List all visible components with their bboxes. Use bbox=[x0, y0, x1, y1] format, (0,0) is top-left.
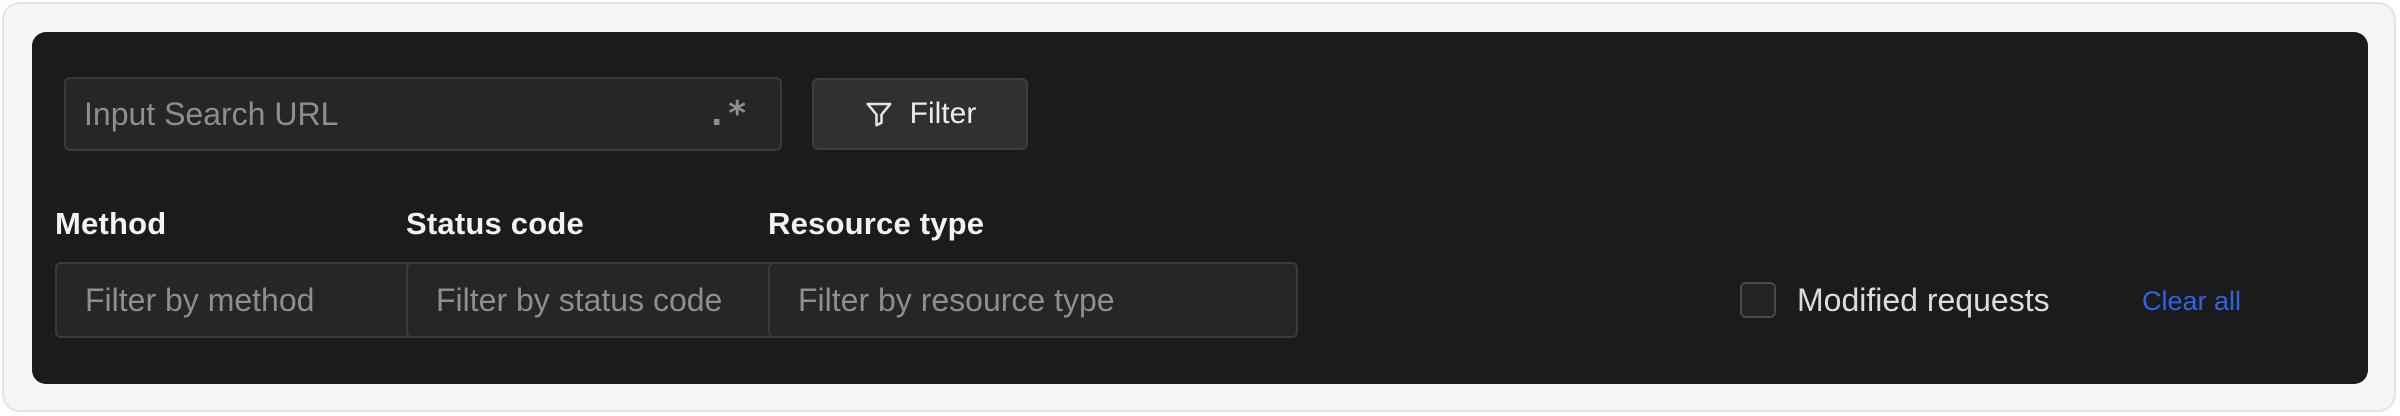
filter-button-label: Filter bbox=[909, 97, 977, 130]
modified-requests-checkbox[interactable] bbox=[1740, 282, 1776, 318]
filter-panel: .* Filter Method Status code Resource ty… bbox=[32, 32, 2368, 384]
regex-toggle-icon[interactable]: .* bbox=[702, 89, 752, 139]
resource-type-filter-input[interactable] bbox=[768, 262, 1298, 338]
url-search-input[interactable] bbox=[66, 78, 702, 150]
clear-all-link[interactable]: Clear all bbox=[2142, 286, 2241, 317]
funnel-icon bbox=[864, 99, 894, 129]
resource-type-label: Resource type bbox=[768, 206, 985, 241]
modified-requests-label[interactable]: Modified requests bbox=[1797, 282, 2050, 319]
method-label: Method bbox=[55, 206, 167, 241]
url-search-box: .* bbox=[64, 77, 782, 151]
filter-button[interactable]: Filter bbox=[812, 78, 1028, 150]
status-code-label: Status code bbox=[406, 206, 584, 241]
